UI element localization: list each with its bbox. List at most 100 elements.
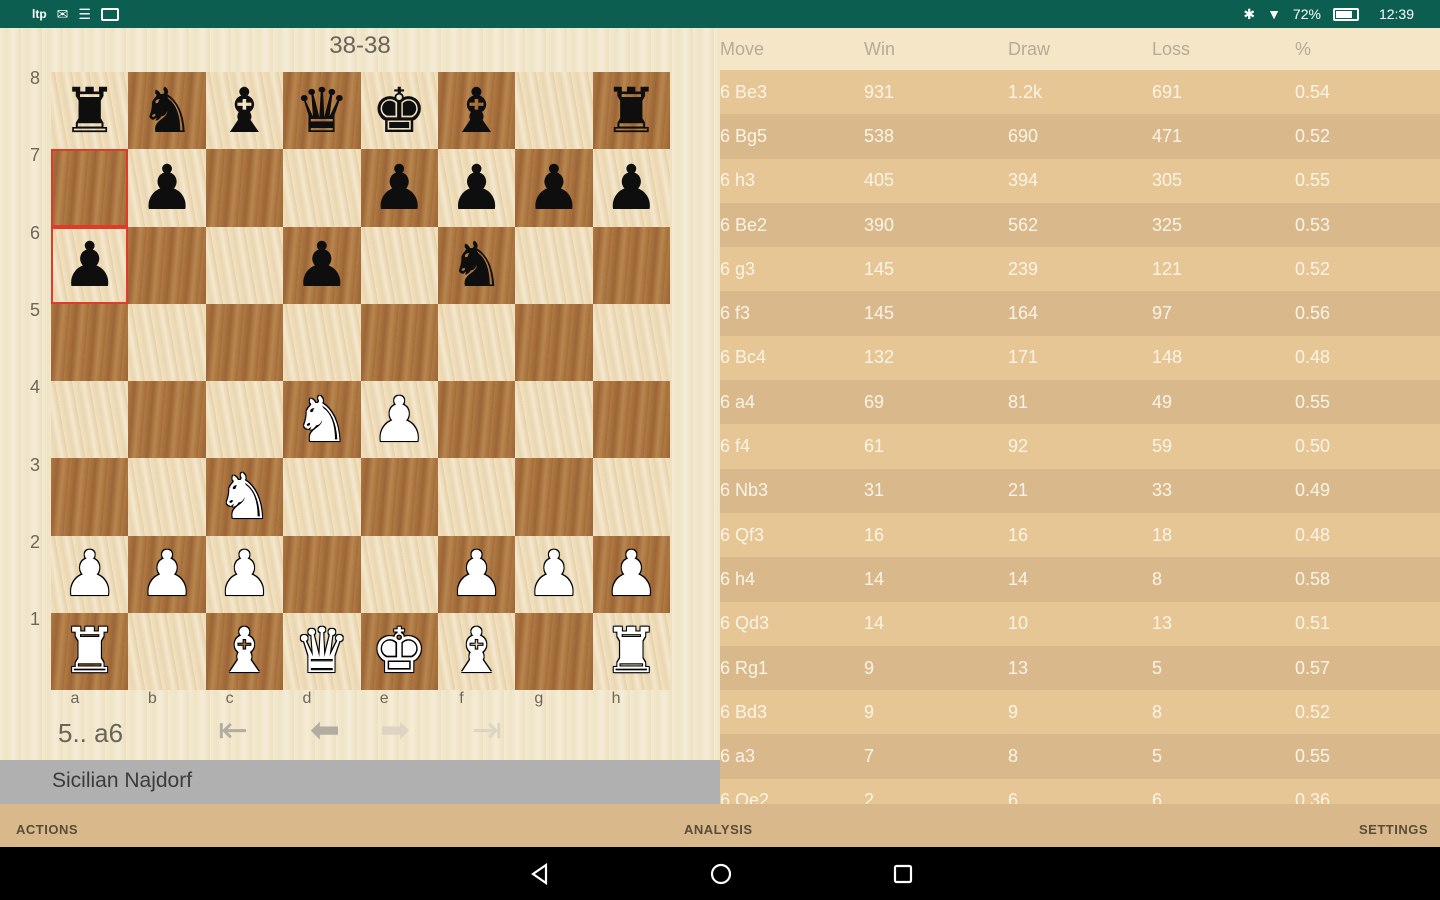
square-g6[interactable] (515, 226, 593, 304)
first-move-button[interactable]: ⇤ (208, 710, 258, 751)
square-d3[interactable] (283, 458, 361, 536)
next-move-button[interactable]: ➡ (370, 710, 420, 751)
table-row[interactable]: 6 f3 145 164 97 0.56 (720, 291, 1440, 336)
table-row[interactable]: 6 Bd3 9 9 8 0.52 (720, 690, 1440, 735)
square-c2[interactable]: ♟ (205, 535, 284, 613)
white-rook-icon[interactable]: ♜ (604, 620, 660, 682)
square-f3[interactable] (437, 458, 516, 536)
black-knight-icon[interactable]: ♞ (139, 79, 195, 142)
table-row[interactable]: 6 Be3 931 1.2k 691 0.54 (720, 70, 1440, 115)
home-icon[interactable] (709, 862, 733, 886)
square-c7[interactable] (205, 149, 284, 227)
black-pawn-icon[interactable]: ♟ (604, 156, 660, 219)
white-pawn-icon[interactable]: ♟ (604, 543, 660, 605)
square-b8[interactable]: ♞ (128, 72, 206, 150)
white-knight-icon[interactable]: ♞ (217, 465, 273, 528)
square-e5[interactable] (360, 303, 438, 381)
table-row[interactable]: 6 Be2 390 562 325 0.53 (720, 202, 1440, 248)
header-draw[interactable]: Draw (1008, 28, 1050, 70)
square-d6[interactable]: ♟ (283, 226, 361, 304)
square-c6[interactable] (205, 226, 284, 304)
white-bishop-icon[interactable]: ♝ (217, 620, 273, 682)
white-pawn-icon[interactable]: ♟ (217, 543, 273, 605)
square-g7[interactable]: ♟ (515, 149, 593, 227)
square-c1[interactable]: ♝ (205, 612, 284, 690)
black-pawn-icon[interactable]: ♟ (294, 234, 350, 296)
square-d1[interactable]: ♛ (283, 612, 361, 690)
table-row[interactable]: 6 g3 145 239 121 0.52 (720, 247, 1440, 292)
square-g2[interactable]: ♟ (515, 535, 593, 613)
square-c5[interactable] (205, 303, 284, 381)
white-knight-icon[interactable]: ♞ (294, 388, 350, 451)
square-c8[interactable]: ♝ (205, 72, 284, 150)
white-king-icon[interactable]: ♚ (371, 620, 427, 682)
black-queen-icon[interactable]: ♛ (294, 79, 350, 142)
square-a5[interactable] (51, 303, 129, 381)
square-e1[interactable]: ♚ (360, 612, 438, 690)
white-bishop-icon[interactable]: ♝ (449, 620, 505, 682)
table-row[interactable]: 6 a3 7 8 5 0.55 (720, 734, 1440, 779)
square-b7[interactable]: ♟ (128, 149, 206, 227)
square-d5[interactable] (283, 303, 361, 381)
black-king-icon[interactable]: ♚ (371, 79, 427, 142)
table-row[interactable]: 6 Qd3 14 10 13 0.51 (720, 601, 1440, 646)
square-a4[interactable] (51, 381, 129, 459)
settings-button[interactable]: SETTINGS (1359, 822, 1428, 837)
white-pawn-icon[interactable]: ♟ (449, 543, 505, 605)
square-b1[interactable] (128, 612, 206, 690)
black-pawn-icon[interactable]: ♟ (62, 234, 118, 296)
square-g1[interactable] (515, 612, 593, 690)
square-h4[interactable] (592, 381, 670, 459)
white-pawn-icon[interactable]: ♟ (526, 543, 582, 605)
square-h6[interactable] (592, 226, 670, 304)
square-f7[interactable]: ♟ (437, 149, 516, 227)
square-h7[interactable]: ♟ (592, 149, 670, 227)
square-c3[interactable]: ♞ (205, 458, 284, 536)
square-e4[interactable]: ♟ (360, 381, 438, 459)
square-a6[interactable]: ♟ (51, 226, 129, 304)
header-percent[interactable]: % (1295, 28, 1311, 70)
white-pawn-icon[interactable]: ♟ (139, 543, 195, 605)
square-g5[interactable] (515, 303, 593, 381)
black-pawn-icon[interactable]: ♟ (526, 156, 582, 219)
square-h8[interactable]: ♜ (592, 72, 670, 150)
white-rook-icon[interactable]: ♜ (62, 620, 118, 682)
table-row[interactable]: 6 Bc4 132 171 148 0.48 (720, 335, 1440, 381)
square-d8[interactable]: ♛ (283, 72, 361, 150)
square-b3[interactable] (128, 458, 206, 536)
header-loss[interactable]: Loss (1152, 28, 1190, 70)
square-a1[interactable]: ♜ (51, 612, 129, 690)
square-b2[interactable]: ♟ (128, 535, 206, 613)
square-e6[interactable] (360, 226, 438, 304)
square-e3[interactable] (360, 458, 438, 536)
square-h5[interactable] (592, 303, 670, 381)
chess-board[interactable]: ♜ ♞ ♝ ♛ ♚ ♝ ♜ ♟ ♟ ♟ ♟ ♟ ♟ ♟ ♞ ♞ ♟ ♞ ♟ ♟ ♟ ♟ ♟ ♟ ♜ ♝ ♛ ♚ ♝ ♜ (51, 72, 670, 690)
square-d2[interactable] (283, 535, 361, 613)
square-g8[interactable] (515, 72, 593, 150)
table-row[interactable]: 6 Qf3 16 16 18 0.48 (720, 512, 1440, 558)
square-g4[interactable] (515, 381, 593, 459)
square-e7[interactable]: ♟ (360, 149, 438, 227)
analysis-button[interactable]: ANALYSIS (684, 822, 753, 837)
black-pawn-icon[interactable]: ♟ (449, 156, 505, 219)
white-queen-icon[interactable]: ♛ (294, 620, 350, 682)
table-row[interactable]: 6 Rg1 9 13 5 0.57 (720, 645, 1440, 691)
square-a3[interactable] (51, 458, 129, 536)
table-row[interactable]: 6 Bg5 538 690 471 0.52 (720, 114, 1440, 159)
black-pawn-icon[interactable]: ♟ (371, 156, 427, 219)
actions-button[interactable]: ACTIONS (16, 822, 78, 837)
black-bishop-icon[interactable]: ♝ (449, 79, 505, 142)
white-pawn-icon[interactable]: ♟ (62, 543, 118, 605)
square-f8[interactable]: ♝ (437, 72, 516, 150)
black-knight-icon[interactable]: ♞ (449, 234, 505, 296)
square-b6[interactable] (128, 226, 206, 304)
recents-icon[interactable] (891, 862, 915, 886)
last-move-button[interactable]: ⇥ (462, 710, 512, 751)
table-row[interactable]: 6 a4 69 81 49 0.55 (720, 380, 1440, 425)
black-pawn-icon[interactable]: ♟ (139, 156, 195, 219)
header-win[interactable]: Win (864, 28, 895, 70)
black-bishop-icon[interactable]: ♝ (217, 79, 273, 142)
square-d7[interactable] (283, 149, 361, 227)
back-icon[interactable] (528, 862, 552, 886)
square-e2[interactable] (360, 535, 438, 613)
